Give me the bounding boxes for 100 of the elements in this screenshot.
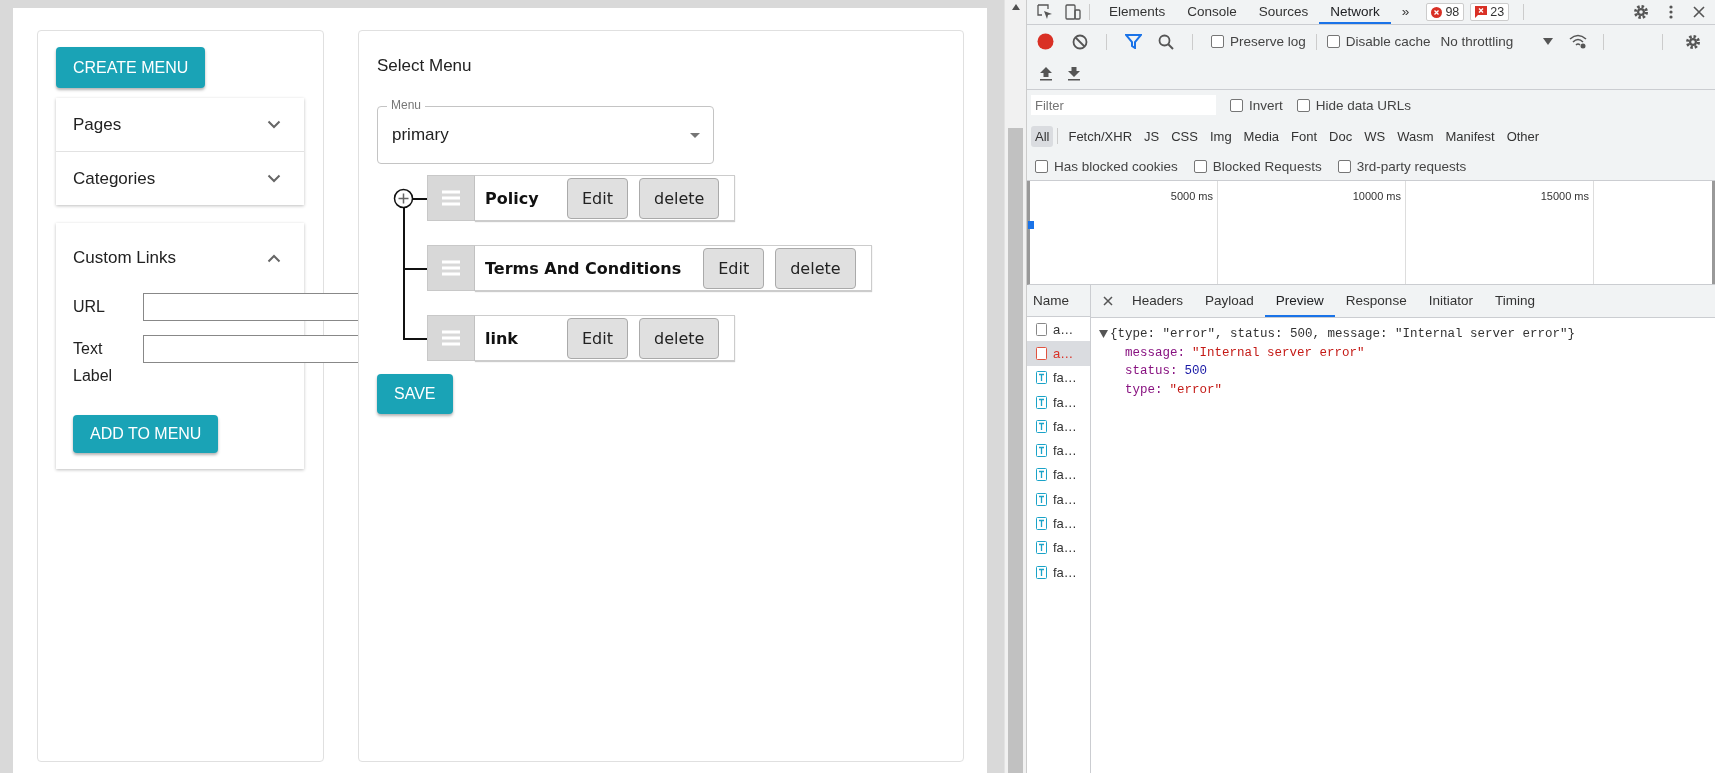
column-header[interactable]: Name xyxy=(1027,285,1090,317)
type-filter[interactable]: WS xyxy=(1360,125,1390,147)
checkbox[interactable] xyxy=(1326,35,1340,48)
edit-button[interactable]: Edit xyxy=(703,247,765,289)
json-summary: {type: "error", status: 500, message: "Internal server error"} xyxy=(1110,326,1576,343)
type-filter[interactable]: Img xyxy=(1205,125,1236,147)
file-icon xyxy=(1036,322,1047,336)
field-label: Text Label xyxy=(73,339,114,386)
field-label: URL xyxy=(73,297,106,317)
checkbox[interactable] xyxy=(1296,98,1310,112)
download-icon[interactable] xyxy=(1067,66,1081,81)
type-filter[interactable]: Media xyxy=(1239,125,1284,147)
close-icon[interactable] xyxy=(1103,296,1113,306)
accordion-header[interactable]: Categories xyxy=(56,152,304,205)
checkbox-label: Disable cache xyxy=(1345,34,1431,49)
request-row[interactable]: fa… xyxy=(1027,438,1090,463)
detail-tab[interactable]: Response xyxy=(1334,285,1418,317)
request-row[interactable]: fa… xyxy=(1027,559,1090,585)
type-filter[interactable]: Other xyxy=(1502,125,1544,147)
delete-button[interactable]: delete xyxy=(639,317,720,359)
throttling-dropdown[interactable]: No throttling xyxy=(1440,34,1554,49)
type-filter[interactable]: Doc xyxy=(1325,125,1357,147)
delete-button[interactable]: delete xyxy=(775,247,856,289)
search-icon[interactable] xyxy=(1158,33,1174,50)
request-row[interactable]: fa… xyxy=(1027,462,1090,488)
filter-icon[interactable] xyxy=(1125,34,1142,49)
type-filter[interactable]: Font xyxy=(1287,125,1322,147)
settings-icon[interactable] xyxy=(1633,4,1649,20)
detail-tab[interactable]: Payload xyxy=(1194,285,1265,317)
text-file-icon xyxy=(1036,371,1047,385)
type-filter[interactable]: All xyxy=(1031,125,1054,147)
section-title: Select Menu xyxy=(377,56,473,76)
checkbox[interactable] xyxy=(1211,35,1224,48)
detail-tab[interactable]: Preview xyxy=(1264,285,1335,317)
clear-icon[interactable] xyxy=(1072,33,1088,50)
request-row[interactable]: fa… xyxy=(1027,414,1090,439)
json-value: "error" xyxy=(1169,381,1223,399)
drag-handle[interactable] xyxy=(427,245,475,291)
delete-button[interactable]: delete xyxy=(639,177,720,219)
request-row[interactable]: fa… xyxy=(1027,487,1090,512)
json-key: type: xyxy=(1125,380,1163,399)
text-file-icon xyxy=(1036,492,1047,506)
text-file-icon xyxy=(1036,468,1047,482)
devtools-tab[interactable]: Elements xyxy=(1098,0,1177,24)
menu-select-field[interactable]: Menu primary xyxy=(377,98,714,164)
type-filter[interactable]: Fetch/XHR xyxy=(1064,125,1137,147)
expand-icon[interactable] xyxy=(393,188,414,209)
detail-tab[interactable]: Timing xyxy=(1483,285,1546,317)
field-label: Menu xyxy=(387,98,426,112)
checkbox[interactable] xyxy=(1337,159,1351,173)
json-key: status: xyxy=(1125,362,1178,381)
inspect-icon[interactable] xyxy=(1037,4,1053,20)
checkbox-label: Preserve log xyxy=(1230,34,1306,49)
menu-item-label: Terms And Conditions xyxy=(485,258,682,278)
expand-triangle-icon[interactable] xyxy=(1099,330,1108,339)
more-options-icon[interactable] xyxy=(1669,5,1673,19)
device-icon[interactable] xyxy=(1065,4,1081,20)
request-row[interactable]: fa… xyxy=(1027,389,1090,415)
filter-field[interactable]: Filter xyxy=(1031,95,1216,115)
more-tabs-button[interactable]: » xyxy=(1390,0,1421,24)
edit-button[interactable]: Edit xyxy=(567,177,628,219)
scrollbar[interactable] xyxy=(1004,0,1026,773)
edit-button[interactable]: Edit xyxy=(567,317,628,359)
checkbox-label: 3rd-party requests xyxy=(1356,158,1467,174)
request-row[interactable]: a… xyxy=(1027,341,1090,366)
network-conditions-icon[interactable] xyxy=(1569,34,1588,49)
detail-tab[interactable]: Initiator xyxy=(1417,285,1484,317)
drag-handle[interactable] xyxy=(427,175,475,221)
request-row[interactable]: fa… xyxy=(1027,365,1090,390)
issue-badge[interactable]: 23 xyxy=(1470,3,1510,21)
checkbox[interactable] xyxy=(1035,159,1048,173)
timeline-tick: 10000 ms xyxy=(1352,190,1401,202)
upload-icon[interactable] xyxy=(1039,66,1053,81)
request-row[interactable]: fa… xyxy=(1027,535,1090,560)
text-file-icon xyxy=(1036,419,1047,433)
type-filter[interactable]: JS xyxy=(1140,125,1164,147)
devtools-tab[interactable]: Sources xyxy=(1247,0,1320,24)
accordion-header[interactable]: Custom Links xyxy=(56,223,304,293)
devtools-tab[interactable]: Console xyxy=(1176,0,1248,24)
checkbox[interactable] xyxy=(1230,98,1243,112)
type-filter[interactable]: CSS xyxy=(1167,125,1202,147)
type-filter[interactable]: Manifest xyxy=(1441,125,1499,147)
request-row[interactable]: fa… xyxy=(1027,511,1090,536)
record-icon[interactable] xyxy=(1037,33,1054,50)
detail-tab[interactable]: Headers xyxy=(1121,285,1195,317)
checkbox-label: Hide data URLs xyxy=(1315,97,1412,113)
checkbox[interactable] xyxy=(1193,159,1207,173)
close-icon[interactable] xyxy=(1693,6,1705,18)
dropdown-icon xyxy=(690,132,700,138)
text-file-icon xyxy=(1036,395,1047,409)
error-badge[interactable]: 98 xyxy=(1426,3,1465,21)
accordion-header[interactable]: Pages xyxy=(56,98,304,152)
scroll-up-icon[interactable] xyxy=(1011,4,1020,10)
type-filter[interactable]: Wasm xyxy=(1393,125,1438,147)
json-value: "Internal server error" xyxy=(1192,344,1365,362)
timeline-tick: 5000 ms xyxy=(1170,190,1213,202)
drag-handle[interactable] xyxy=(427,315,475,361)
select-value: primary xyxy=(392,125,449,145)
settings-icon[interactable] xyxy=(1685,33,1702,50)
request-row[interactable]: a… xyxy=(1027,317,1090,342)
